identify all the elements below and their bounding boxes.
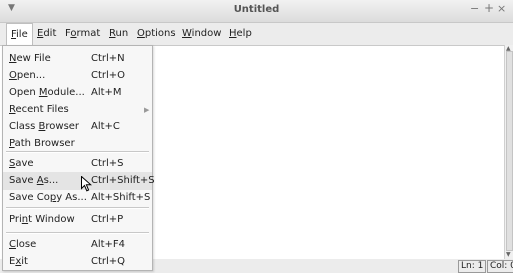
menu-format[interactable]: Format bbox=[61, 23, 104, 45]
menu-item-class-browser[interactable]: Class Browser Alt+C bbox=[3, 118, 152, 136]
menu-item-label: Exit bbox=[9, 256, 28, 267]
menu-item-accelerator: Alt+C bbox=[91, 121, 120, 132]
menu-item-accelerator: Ctrl+Shift+S bbox=[91, 175, 155, 186]
menu-item-label: Print Window bbox=[9, 214, 75, 225]
menu-item-accelerator: Alt+Shift+S bbox=[91, 192, 151, 203]
menu-bar: File Edit Format Run Options Window Help bbox=[0, 23, 513, 46]
menu-item-label: Save bbox=[9, 158, 34, 169]
menu-item-label: Save As... bbox=[9, 175, 59, 186]
menu-item-accelerator: Alt+F4 bbox=[91, 239, 126, 250]
menu-file[interactable]: File bbox=[6, 23, 33, 46]
menu-item-label: Save Copy As... bbox=[9, 192, 87, 203]
menu-item-label: New File bbox=[9, 53, 51, 64]
menu-item-new-file[interactable]: New File Ctrl+N bbox=[3, 50, 152, 68]
menu-item-accelerator: Alt+M bbox=[91, 87, 122, 98]
menu-item-open[interactable]: Open... Ctrl+O bbox=[3, 67, 152, 85]
menu-item-label: Class Browser bbox=[9, 121, 80, 132]
submenu-arrow-icon: ▶ bbox=[144, 106, 150, 114]
menu-separator bbox=[6, 151, 149, 153]
file-menu-dropdown: New File Ctrl+N Open... Ctrl+O Open Module… bbox=[2, 45, 155, 271]
menu-item-exit[interactable]: Exit Ctrl+Q bbox=[3, 253, 152, 271]
close-icon[interactable]: × bbox=[497, 2, 506, 15]
mouse-pointer-icon bbox=[81, 176, 92, 192]
status-line: Ln: 1 bbox=[458, 260, 487, 273]
menu-item-accelerator: Ctrl+S bbox=[91, 158, 124, 169]
menu-item-label: Close bbox=[9, 239, 37, 250]
menu-item-save-as[interactable]: Save As... Ctrl+Shift+S bbox=[3, 172, 155, 190]
menu-edit[interactable]: Edit bbox=[33, 23, 60, 45]
menu-item-accelerator: Ctrl+N bbox=[91, 53, 125, 64]
menu-item-close[interactable]: Close Alt+F4 bbox=[3, 236, 152, 254]
window-title: Untitled bbox=[233, 4, 280, 15]
menu-item-accelerator: Ctrl+O bbox=[91, 70, 126, 81]
title-bar: ▼ Untitled − + × bbox=[0, 0, 513, 23]
scroll-down-arrow-icon[interactable]: ▼ bbox=[506, 251, 511, 258]
menu-item-accelerator: Ctrl+Q bbox=[91, 256, 126, 267]
menu-separator bbox=[6, 232, 149, 234]
menu-item-save[interactable]: Save Ctrl+S bbox=[3, 155, 152, 173]
menu-item-print-window[interactable]: Print Window Ctrl+P bbox=[3, 211, 152, 229]
scrollbar-thumb[interactable] bbox=[506, 51, 513, 251]
menu-item-open-module[interactable]: Open Module... Alt+M bbox=[3, 84, 152, 102]
status-column: Col: 0 bbox=[487, 260, 513, 273]
menu-item-recent-files[interactable]: Recent Files ▶ bbox=[3, 101, 152, 119]
menu-item-save-copy-as[interactable]: Save Copy As... Alt+Shift+S bbox=[3, 189, 152, 207]
menu-window[interactable]: Window bbox=[178, 23, 225, 45]
menu-item-label: Recent Files bbox=[9, 104, 69, 115]
menu-help[interactable]: Help bbox=[225, 23, 256, 45]
menu-run[interactable]: Run bbox=[105, 23, 132, 45]
menu-separator bbox=[6, 207, 149, 209]
minimize-icon[interactable]: − bbox=[470, 2, 479, 15]
menu-options[interactable]: Options bbox=[133, 23, 180, 45]
menu-item-label: Open... bbox=[9, 70, 46, 81]
vertical-scrollbar[interactable]: ▲ ▼ bbox=[504, 45, 513, 259]
menu-item-label: Open Module... bbox=[9, 87, 85, 98]
maximize-icon[interactable]: + bbox=[484, 1, 494, 15]
menu-item-accelerator: Ctrl+P bbox=[91, 214, 124, 225]
